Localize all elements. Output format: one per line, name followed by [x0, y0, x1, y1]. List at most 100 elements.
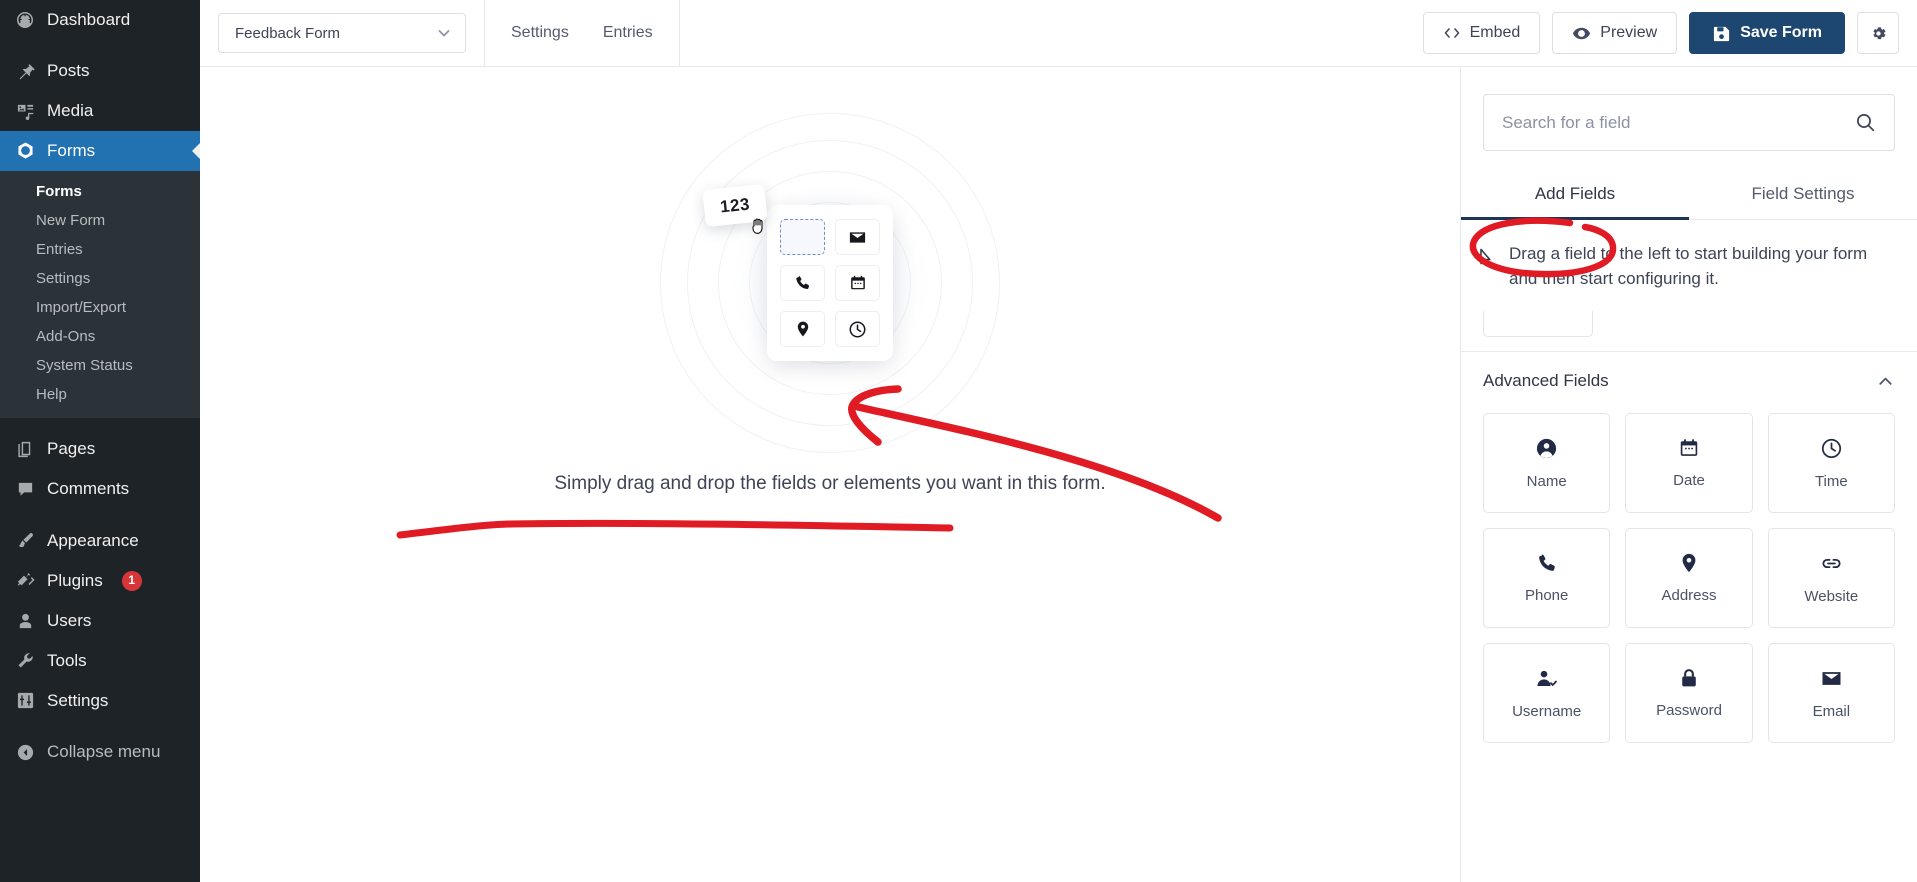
gear-icon	[1869, 24, 1888, 43]
chevron-up-icon[interactable]	[1876, 372, 1895, 391]
plugins-update-badge: 1	[121, 570, 142, 591]
sidebar-item-collapse-menu[interactable]: Collapse menu	[0, 732, 200, 772]
field-card-address[interactable]: Address	[1625, 528, 1753, 629]
sidebar-item-settings[interactable]: Settings	[0, 681, 200, 721]
clock-icon	[1820, 437, 1843, 460]
search-icon[interactable]	[1855, 112, 1876, 133]
tab-add-fields[interactable]: Add Fields	[1461, 173, 1689, 219]
sidebar-item-label: Appearance	[47, 530, 139, 550]
location-pin-icon	[780, 311, 825, 347]
sidebar-item-tools[interactable]: Tools	[0, 641, 200, 681]
person-circle-icon	[1535, 437, 1558, 460]
partial-field-card-cutoff	[1483, 311, 1593, 338]
user-check-icon	[1535, 667, 1558, 690]
form-selector-area: Feedback Form	[200, 0, 485, 66]
field-card-phone[interactable]: Phone	[1483, 528, 1611, 629]
dashboard-icon	[14, 9, 36, 31]
eye-icon	[1572, 24, 1591, 43]
sidebar-item-media[interactable]: Media	[0, 91, 200, 131]
field-card-date[interactable]: Date	[1625, 413, 1753, 514]
wp-admin-sidebar: Dashboard Posts Media Forms Forms New Fo…	[0, 0, 200, 882]
sidebar-item-appearance[interactable]: Appearance	[0, 521, 200, 561]
builder-tabs: Settings Entries	[485, 0, 680, 66]
sidebar-item-label: Posts	[47, 61, 90, 81]
envelope-icon	[1820, 667, 1843, 690]
lock-icon	[1678, 667, 1700, 689]
form-selector-dropdown[interactable]: Feedback Form	[218, 13, 466, 53]
sidebar-item-users[interactable]: Users	[0, 601, 200, 641]
panel-hint-text: Drag a field to the left to start buildi…	[1509, 244, 1868, 288]
sidebar-item-label: Pages	[47, 439, 96, 459]
save-form-label: Save Form	[1740, 24, 1822, 41]
phone-icon	[780, 265, 825, 301]
builder-body: 123 Simply drag and drop the fields or e…	[200, 67, 1917, 882]
sidebar-item-label: Dashboard	[47, 10, 131, 29]
form-settings-button[interactable]	[1857, 12, 1899, 54]
sidebar-item-dashboard[interactable]: Dashboard	[0, 0, 200, 40]
embed-button[interactable]: Embed	[1422, 12, 1541, 54]
user-icon	[14, 610, 36, 632]
sidebar-item-plugins[interactable]: Plugins 1	[0, 561, 200, 601]
sidebar-subitem-forms[interactable]: Forms	[0, 177, 200, 206]
tab-field-settings[interactable]: Field Settings	[1689, 173, 1917, 219]
search-area	[1461, 67, 1917, 151]
search-field-container[interactable]	[1483, 94, 1895, 151]
grab-hand-cursor-icon	[750, 215, 768, 235]
field-card-label: Address	[1661, 587, 1717, 605]
field-library-panel: Add Fields Field Settings Drag a field t…	[1460, 67, 1917, 882]
field-card-username[interactable]: Username	[1483, 643, 1611, 744]
sidebar-subitem-help[interactable]: Help	[0, 380, 200, 409]
sidebar-subitem-new-form[interactable]: New Form	[0, 206, 200, 235]
builder-toolbar: Feedback Form Settings Entries Embed Pre…	[200, 0, 1917, 67]
sidebar-subitem-entries[interactable]: Entries	[0, 235, 200, 264]
sidebar-item-comments[interactable]: Comments	[0, 469, 200, 509]
form-selector-value: Feedback Form	[235, 24, 341, 42]
save-disk-icon	[1712, 24, 1731, 43]
tab-settings[interactable]: Settings	[511, 24, 569, 42]
phone-icon	[1536, 552, 1558, 574]
embed-label: Embed	[1469, 24, 1521, 41]
media-icon	[14, 100, 36, 122]
search-input[interactable]	[1502, 112, 1855, 133]
sidebar-item-label: Comments	[47, 479, 130, 499]
form-canvas[interactable]: 123 Simply drag and drop the fields or e…	[200, 67, 1460, 882]
sidebar-item-label: Users	[47, 610, 92, 630]
canvas-empty-state: 123 Simply drag and drop the fields or e…	[200, 113, 1460, 495]
sidebar-item-label: Collapse menu	[47, 742, 161, 762]
wrench-icon	[14, 650, 36, 672]
field-card-email[interactable]: Email	[1767, 643, 1895, 744]
field-card-label: Name	[1526, 472, 1567, 490]
brush-icon	[14, 530, 36, 552]
envelope-icon	[835, 219, 880, 255]
toolbar-actions: Embed Preview Save Form	[1422, 12, 1917, 54]
sidebar-divider	[0, 721, 200, 732]
sidebar-subitem-add-ons[interactable]: Add-Ons	[0, 322, 200, 351]
cursor-arrow-icon	[1479, 248, 1495, 272]
sidebar-item-forms[interactable]: Forms	[0, 131, 200, 172]
field-card-password[interactable]: Password	[1625, 643, 1753, 744]
sidebar-subitem-import-export[interactable]: Import/Export	[0, 293, 200, 322]
collapse-icon	[14, 741, 36, 763]
dropzone-dashed	[780, 219, 825, 255]
sidebar-item-label: Settings	[47, 690, 109, 710]
sidebar-item-label: Plugins	[47, 570, 103, 590]
sidebar-item-label: Forms	[47, 141, 96, 161]
sidebar-divider	[0, 510, 200, 521]
save-form-button[interactable]: Save Form	[1689, 12, 1845, 54]
sidebar-item-pages[interactable]: Pages	[0, 429, 200, 469]
preview-label: Preview	[1600, 24, 1658, 41]
chevron-down-icon	[436, 25, 452, 41]
preview-button[interactable]: Preview	[1552, 12, 1678, 54]
location-pin-icon	[1678, 552, 1700, 574]
field-card-time[interactable]: Time	[1767, 413, 1895, 514]
sidebar-item-posts[interactable]: Posts	[0, 51, 200, 91]
calendar-icon	[1678, 437, 1700, 459]
field-card-website[interactable]: Website	[1767, 528, 1895, 629]
tab-entries[interactable]: Entries	[603, 24, 653, 42]
sidebar-subitem-system-status[interactable]: System Status	[0, 351, 200, 380]
sidebar-subitem-settings[interactable]: Settings	[0, 264, 200, 293]
advanced-fields-section-header[interactable]: Advanced Fields	[1461, 352, 1917, 399]
field-card-name[interactable]: Name	[1483, 413, 1611, 514]
panel-hint: Drag a field to the left to start buildi…	[1461, 220, 1917, 291]
calendar-icon	[835, 265, 880, 301]
